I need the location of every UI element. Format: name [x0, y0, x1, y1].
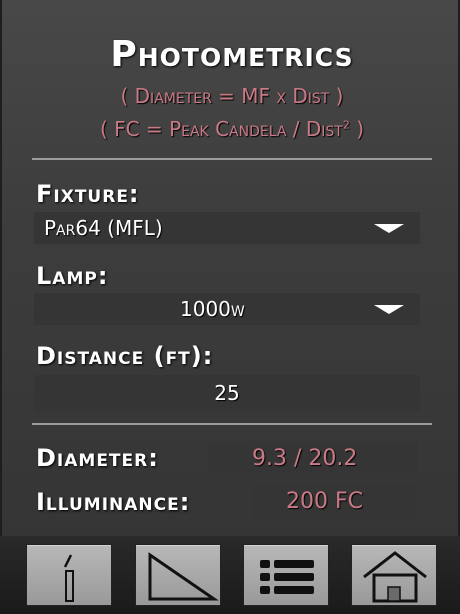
bottom-toolbar — [0, 536, 460, 614]
distance-label: Distance (ft): — [36, 342, 214, 370]
calculator-screen: Photometrics ( Diameter = MF x Dist ) ( … — [0, 0, 460, 536]
illuminance-result-box: 200 FC — [252, 484, 418, 520]
diameter-label: Diameter: — [36, 444, 159, 472]
page-title: Photometrics — [110, 34, 354, 75]
distance-value: 25 — [214, 381, 240, 405]
diameter-result: 9.3 / 20.2 — [252, 446, 358, 471]
fixture-select[interactable]: Par64 (MFL) — [34, 212, 420, 244]
info-icon — [63, 554, 74, 602]
divider-bottom — [32, 423, 432, 425]
illuminance-formula: ( FC = Peak Candela / Dist2 ) — [2, 117, 460, 141]
list-icon — [260, 560, 314, 594]
illuminance-result: 200 FC — [286, 489, 363, 514]
chevron-down-icon — [374, 224, 404, 233]
illuminance-label: Illuminance: — [36, 488, 191, 516]
home-icon — [363, 551, 427, 603]
divider-top — [32, 158, 432, 160]
diameter-formula: ( Diameter = MF x Dist ) — [120, 84, 344, 108]
distance-input[interactable]: 25 — [34, 375, 420, 411]
fixture-value: Par64 (MFL) — [44, 216, 163, 240]
lamp-label: Lamp: — [36, 262, 109, 290]
triangle-button[interactable] — [135, 544, 221, 606]
home-button[interactable] — [351, 544, 437, 606]
info-button[interactable] — [26, 544, 112, 606]
triangle-icon — [148, 552, 219, 601]
illuminance-formula-text: ( FC = Peak Candela / Dist — [99, 117, 343, 141]
diameter-result-box: 9.3 / 20.2 — [208, 441, 418, 477]
chevron-down-icon — [374, 305, 404, 314]
squared-superscript: 2 — [342, 118, 350, 132]
fixture-label: Fixture: — [36, 180, 140, 208]
illuminance-formula-close: ) — [349, 117, 365, 141]
list-button[interactable] — [243, 544, 329, 606]
lamp-select[interactable]: 1000w — [34, 293, 420, 325]
lamp-value: 1000w — [180, 297, 245, 321]
